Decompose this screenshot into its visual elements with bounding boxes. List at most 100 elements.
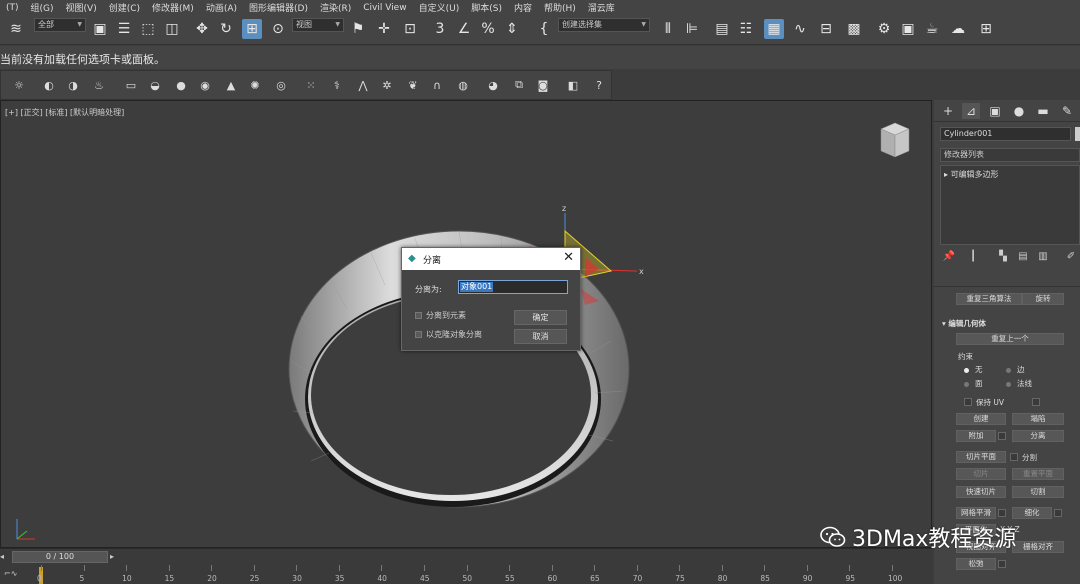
percent-snap-icon[interactable]: % [478, 19, 498, 39]
ribbon-icon[interactable]: ▦ [764, 19, 784, 39]
scale-icon[interactable]: ⊞ [242, 19, 262, 39]
cut-button[interactable]: 切割 [1012, 486, 1064, 498]
motion-tab-icon[interactable]: ● [1010, 103, 1028, 119]
render-frame-icon[interactable]: ▣ [898, 19, 918, 39]
place-icon[interactable]: ⊙ [268, 19, 288, 39]
layout-icon[interactable]: ◧ [565, 77, 581, 93]
reference-coord-dropdown[interactable]: 视图 [292, 18, 344, 32]
mirror-icon[interactable]: ⫴ [658, 19, 678, 39]
teapot-icon[interactable]: ♨ [91, 77, 107, 93]
pivot-icon[interactable]: ⚑ [348, 19, 368, 39]
menu-item-8[interactable]: Civil View [357, 3, 412, 13]
grid-align-button[interactable]: 栅格对齐 [1012, 541, 1064, 553]
collapse-button[interactable]: 塌陷 [1012, 413, 1064, 425]
tessellate-settings-icon[interactable] [1054, 509, 1062, 517]
rotate-icon[interactable]: ↻ [216, 19, 236, 39]
slice-button[interactable]: 切片 [956, 468, 1006, 480]
render-material-icon[interactable]: ◙ [535, 77, 551, 93]
menu-item-7[interactable]: 渲染(R) [314, 1, 357, 14]
dots-icon[interactable]: ⁙ [303, 77, 319, 93]
detach-name-input[interactable]: 对象001 [458, 280, 568, 294]
attach-button[interactable]: 附加 [956, 430, 996, 442]
menu-item-12[interactable]: 帮助(H) [538, 1, 582, 14]
menu-item-0[interactable]: (T) [0, 3, 25, 13]
menu-item-3[interactable]: 创建(C) [103, 1, 146, 14]
create-tab-icon[interactable]: + [939, 103, 957, 119]
move-icon[interactable]: ✥ [192, 19, 212, 39]
object-name-field[interactable]: Cylinder001 [940, 127, 1071, 141]
utilities-tab-icon[interactable]: ✎ [1058, 103, 1076, 119]
notes-icon[interactable]: ✐ [1064, 250, 1078, 264]
menu-item-1[interactable]: 组(G) [25, 1, 60, 14]
meshsmooth-settings-icon[interactable] [998, 509, 1006, 517]
window-crossing-icon[interactable]: ◫ [162, 19, 182, 39]
sphere-icon[interactable]: ● [173, 77, 189, 93]
detach-button[interactable]: 分离 [1012, 430, 1064, 442]
tessellate-button[interactable]: 细化 [1012, 507, 1052, 519]
stack-item-editable-poly[interactable]: ▸ 可编辑多边形 [944, 169, 999, 180]
menu-item-10[interactable]: 脚本(S) [465, 1, 508, 14]
snap-3-icon[interactable]: 3 [430, 19, 450, 39]
leaf-icon[interactable]: ❦ [405, 77, 421, 93]
keyboard-shortcut-icon[interactable]: ⊡ [400, 19, 420, 39]
menu-item-6[interactable]: 图形编辑器(D) [243, 1, 314, 14]
render-setup-icon[interactable]: ⚙ [874, 19, 894, 39]
select-object-icon[interactable]: ▣ [90, 19, 110, 39]
help-icon[interactable]: ? [591, 77, 607, 93]
configure-sets-icon[interactable]: ▥ [1036, 250, 1050, 264]
cancel-button[interactable]: 取消 [514, 329, 567, 344]
atom-icon[interactable]: ✲ [379, 77, 395, 93]
box-primitive-icon[interactable]: ▭ [123, 77, 139, 93]
dialog-titlebar[interactable]: ◆ 分离 ✕ [402, 248, 580, 270]
menu-item-11[interactable]: 内容 [508, 1, 538, 14]
camera-icon[interactable]: ◐ [41, 77, 57, 93]
ok-button[interactable]: 确定 [514, 310, 567, 325]
cone-icon[interactable]: ▲ [223, 77, 239, 93]
constraint-none-radio[interactable]: 无 [964, 364, 983, 375]
preserve-uv-checkbox[interactable] [964, 398, 972, 406]
eye-icon[interactable]: ◉ [197, 77, 213, 93]
time-slider-thumb[interactable]: 0 / 100 [12, 551, 108, 563]
pin-stack-icon[interactable]: 📌 [942, 250, 956, 264]
schematic-view-icon[interactable]: ⊟ [816, 19, 836, 39]
layers-icon[interactable]: ≋ [6, 19, 26, 39]
close-icon[interactable]: ✕ [563, 250, 574, 266]
attach-settings-icon[interactable] [998, 432, 1006, 440]
meshsmooth-button[interactable]: 网格平滑 [956, 507, 996, 519]
curve-toggle-icon[interactable]: ⌐∿ [4, 569, 17, 578]
modify-tab-icon[interactable]: ⊿ [962, 103, 980, 119]
globe-icon[interactable]: ◕ [485, 77, 501, 93]
create-button[interactable]: 创建 [956, 413, 1006, 425]
angle-snap-icon[interactable]: ∠ [454, 19, 474, 39]
slice-plane-button[interactable]: 切片平面 [956, 451, 1006, 463]
align-icon[interactable]: ⊫ [682, 19, 702, 39]
detach-as-clone-checkbox[interactable]: 以克隆对象分离 [415, 329, 482, 340]
modifier-list-dropdown[interactable]: 修改器列表 [940, 148, 1080, 162]
viewport-layout-icon[interactable]: ⊞ [976, 19, 996, 39]
rect-selection-icon[interactable]: ⬚ [138, 19, 158, 39]
menu-item-2[interactable]: 视图(V) [60, 1, 103, 14]
quickslice-button[interactable]: 快速切片 [956, 486, 1006, 498]
scene-explorer-icon[interactable]: ▤ [712, 19, 732, 39]
constraint-face-radio[interactable]: 面 [964, 378, 983, 389]
named-selection-dropdown[interactable]: 创建选择集 [558, 18, 650, 32]
constraint-edge-radio[interactable]: 边 [1006, 364, 1025, 375]
track-bar[interactable]: ⌐∿ 0 5 10 15 20 25 30 35 40 45 50 55 60 65 70 75 80 85 90 9… [0, 565, 932, 584]
modifier-stack[interactable]: ▸ 可编辑多边形 [940, 165, 1080, 245]
hierarchy-tab-icon[interactable]: ▣ [986, 103, 1004, 119]
material-editor-icon[interactable]: ▩ [844, 19, 864, 39]
edit-named-sets-icon[interactable]: { [534, 19, 554, 39]
render-icon[interactable]: ☕ [922, 19, 942, 39]
selection-filter-dropdown[interactable]: 全部 [34, 18, 86, 32]
turn-button[interactable]: 旋转 [1022, 293, 1064, 305]
object-color-swatch[interactable] [1075, 127, 1080, 141]
reset-plane-button[interactable]: 重置平面 [1012, 468, 1064, 480]
constraint-normal-radio[interactable]: 法线 [1006, 378, 1032, 389]
menu-item-4[interactable]: 修改器(M) [146, 1, 200, 14]
remove-modifier-icon[interactable]: ▤ [1016, 250, 1030, 264]
retriangulate-button[interactable]: 重复三角算法 [956, 293, 1022, 305]
disk-icon[interactable]: ◎ [273, 77, 289, 93]
display-tab-icon[interactable]: ▬ [1034, 103, 1052, 119]
render-cloud-icon[interactable]: ☁ [948, 19, 968, 39]
split-checkbox[interactable] [1010, 453, 1018, 461]
